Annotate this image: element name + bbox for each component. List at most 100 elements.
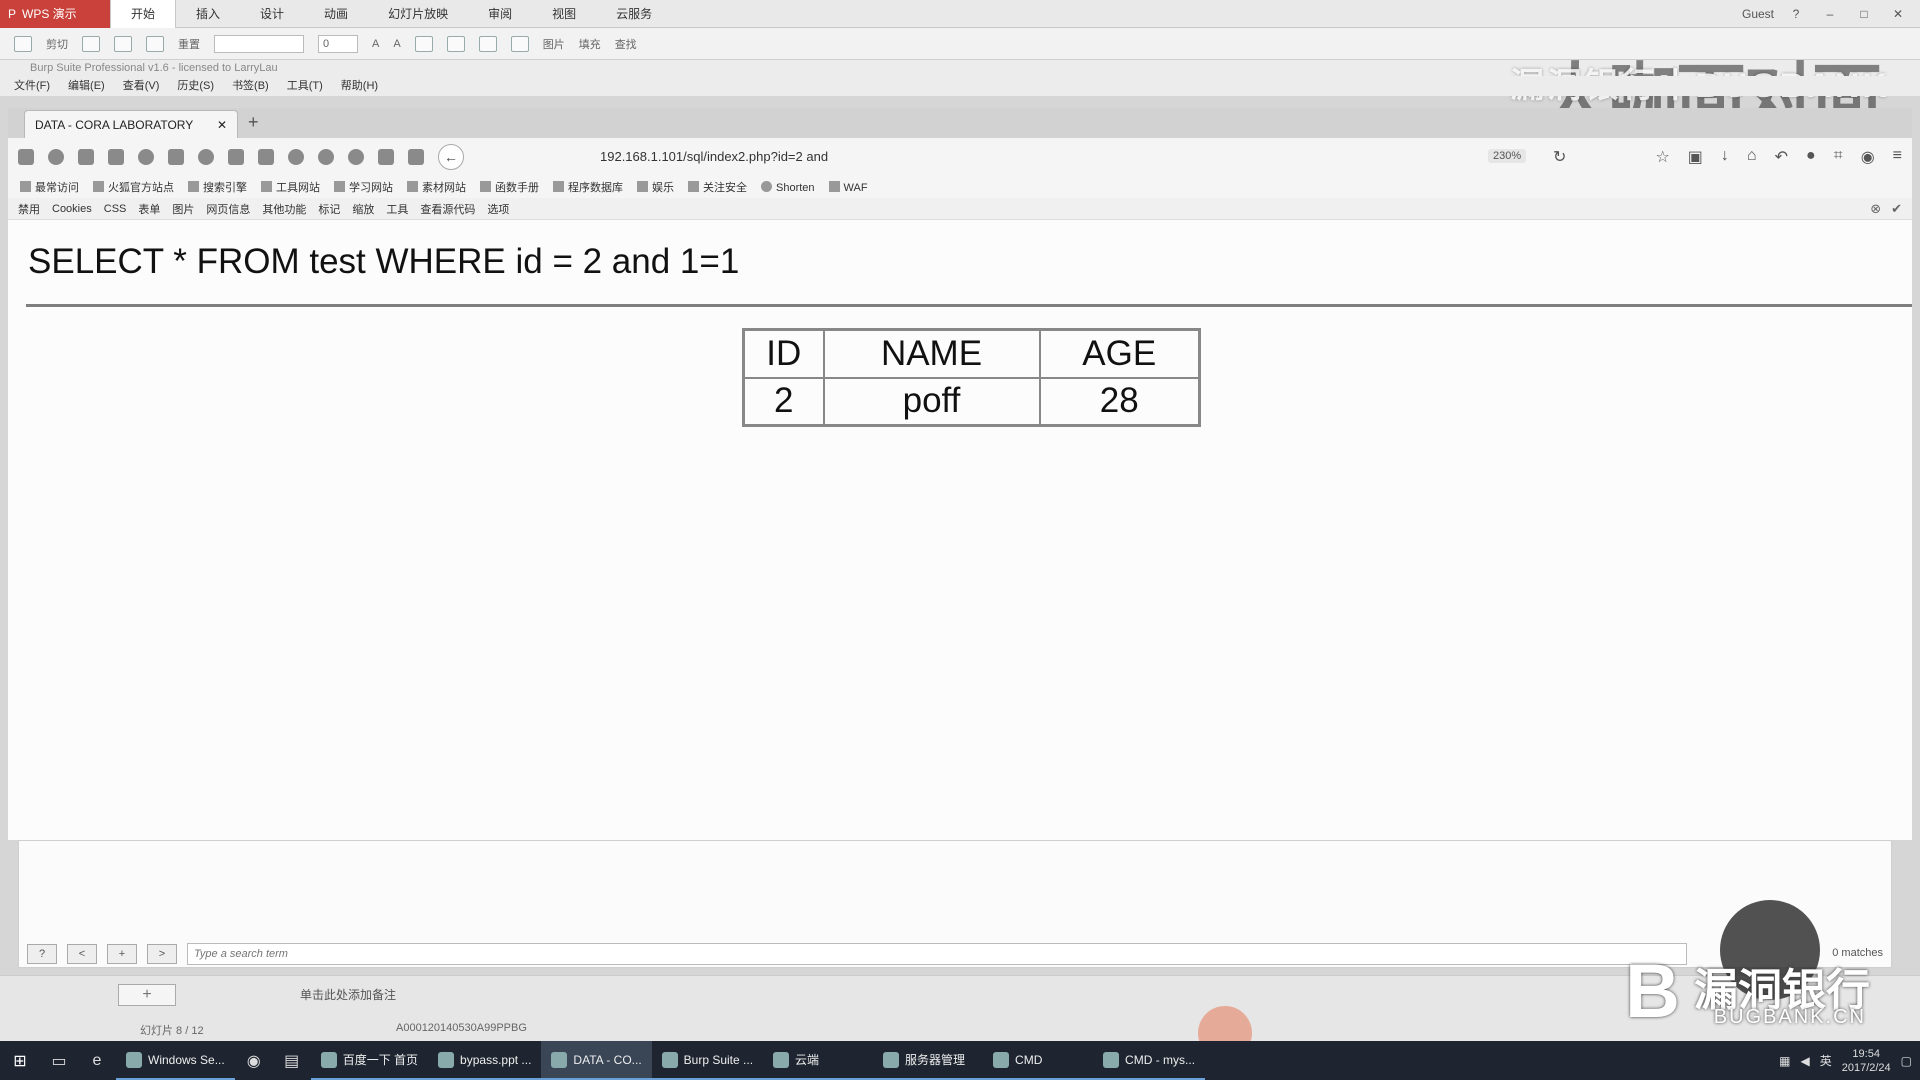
menu-view[interactable]: 查看(V)	[123, 76, 160, 96]
menu-edit[interactable]: 编辑(E)	[68, 76, 105, 96]
devbar-images[interactable]: 图片	[172, 201, 194, 217]
taskbar-item[interactable]: 云端	[763, 1041, 874, 1080]
globe-icon[interactable]	[318, 149, 334, 165]
font-name-field[interactable]	[214, 34, 304, 53]
taskbar-item[interactable]: bypass.ppt ...	[428, 1041, 542, 1080]
history-icon[interactable]	[168, 149, 184, 165]
bookmark-item[interactable]: 搜索引擎	[188, 179, 247, 195]
menu-bookmarks[interactable]: 书签(B)	[232, 76, 269, 96]
devbar-tools[interactable]: 工具	[386, 201, 408, 217]
windows-start-icon[interactable]: ⊞	[0, 1041, 40, 1080]
taskbar-item[interactable]: Burp Suite ...	[651, 1041, 764, 1080]
new-slide-icon[interactable]	[114, 35, 132, 52]
bookmark-item[interactable]: 最常访问	[20, 179, 79, 195]
check-icon[interactable]: ✔	[1891, 201, 1902, 217]
previous-button[interactable]: <	[67, 944, 97, 964]
taskbar-item[interactable]: CMD - mys...	[1093, 1041, 1206, 1080]
privacy-icon[interactable]	[48, 149, 64, 165]
zoom-level[interactable]: 230%	[1488, 149, 1527, 163]
browser-tab[interactable]: DATA - CORA LABORATORY ✕	[24, 110, 238, 138]
layout-icon[interactable]	[146, 35, 164, 52]
user-account[interactable]: Guest	[1742, 7, 1774, 21]
addon-icon[interactable]	[198, 149, 214, 165]
task-view-icon[interactable]: ▭	[40, 1051, 78, 1071]
bookmark-item[interactable]: 娱乐	[637, 179, 674, 195]
taskbar-item[interactable]: CMD	[983, 1041, 1094, 1080]
wps-tab-view[interactable]: 视图	[532, 0, 596, 28]
menu-history[interactable]: 历史(S)	[177, 76, 214, 96]
font-grow-icon[interactable]: A	[372, 38, 379, 50]
devbar-disable[interactable]: 禁用	[18, 201, 40, 217]
bookmark-item[interactable]: 函数手册	[480, 179, 539, 195]
bookmark-item[interactable]: 学习网站	[334, 179, 393, 195]
cookie-icon[interactable]	[288, 149, 304, 165]
bookmark-item[interactable]: 火狐官方站点	[93, 179, 174, 195]
wps-tab-review[interactable]: 审阅	[468, 0, 532, 28]
search-input[interactable]	[187, 943, 1687, 965]
bookmark-item[interactable]: 程序数据库	[553, 179, 623, 195]
volume-icon[interactable]: ◀	[1800, 1054, 1809, 1068]
crop-icon[interactable]: ⌗	[1834, 147, 1843, 167]
error-icon[interactable]: ⊗	[1870, 201, 1881, 217]
star-icon[interactable]: ☆	[1655, 147, 1669, 167]
font-size-field[interactable]: 0	[318, 34, 358, 53]
fill-button[interactable]: 填充	[579, 36, 601, 52]
profile-icon[interactable]: ◉	[1861, 147, 1875, 167]
wps-tab-design[interactable]: 设计	[240, 0, 304, 28]
taskbar-item[interactable]: DATA - CO...	[541, 1041, 652, 1080]
ime-indicator[interactable]: 英	[1820, 1052, 1832, 1069]
minimize-icon[interactable]: –	[1818, 4, 1842, 24]
sync-icon[interactable]	[138, 149, 154, 165]
format-painter-icon[interactable]	[82, 35, 100, 52]
chrome-icon[interactable]: ◉	[235, 1051, 273, 1071]
devbar-outline[interactable]: 标记	[318, 201, 340, 217]
picture-button[interactable]: 图片	[543, 36, 565, 52]
wps-tab-animation[interactable]: 动画	[304, 0, 368, 28]
devbar-cookies[interactable]: Cookies	[52, 203, 92, 215]
help-icon[interactable]: ?	[1784, 4, 1808, 24]
menu-help[interactable]: 帮助(H)	[341, 76, 378, 96]
taskbar-item[interactable]: 服务器管理	[873, 1041, 984, 1080]
extension-icon[interactable]	[348, 149, 364, 165]
proxy-icon[interactable]	[228, 149, 244, 165]
find-button[interactable]: 查找	[615, 36, 637, 52]
menu-tools[interactable]: 工具(T)	[287, 76, 323, 96]
terminal-icon[interactable]	[378, 149, 394, 165]
list-icon[interactable]	[414, 35, 433, 52]
bookmark-item[interactable]: WAF	[828, 180, 868, 194]
reset-button[interactable]: 重置	[178, 36, 200, 52]
cut-button[interactable]: 剪切	[46, 36, 68, 52]
wps-tab-home[interactable]: 开始	[110, 0, 177, 28]
bookmark-item[interactable]: 关注安全	[688, 179, 747, 195]
bookmark-item[interactable]: 素材网站	[407, 179, 466, 195]
window-icon[interactable]	[18, 149, 34, 165]
sidebar-icon[interactable]	[108, 149, 124, 165]
shield-icon[interactable]	[258, 149, 274, 165]
ie-icon[interactable]: e	[78, 1052, 116, 1070]
back-button[interactable]: ←	[438, 144, 464, 170]
key-icon[interactable]	[408, 149, 424, 165]
home-icon[interactable]: ⌂	[1747, 147, 1757, 167]
devbar-resize[interactable]: 缩放	[352, 201, 374, 217]
url-bar[interactable]: 192.168.1.101/sql/index2.php?id=2 and	[588, 144, 1588, 170]
align-icon[interactable]	[478, 35, 497, 52]
devbar-view-source[interactable]: 查看源代码	[420, 201, 475, 217]
help-button[interactable]: ?	[27, 944, 57, 964]
explorer-icon[interactable]: ▤	[273, 1051, 311, 1071]
taskbar-item[interactable]: Windows Se...	[116, 1041, 235, 1080]
close-icon[interactable]: ✕	[1886, 4, 1910, 24]
devbar-forms[interactable]: 表单	[138, 201, 160, 217]
menu-file[interactable]: 文件(F)	[14, 76, 50, 96]
screenshot-icon[interactable]	[78, 149, 94, 165]
chat-icon[interactable]: ●	[1806, 147, 1816, 167]
tab-close-icon[interactable]: ✕	[217, 118, 227, 132]
paste-icon[interactable]	[14, 35, 32, 52]
font-shrink-icon[interactable]: A	[393, 38, 400, 50]
notes-placeholder[interactable]: 单击此处添加备注	[300, 986, 396, 1003]
wps-logo[interactable]: P WPS 演示	[0, 0, 110, 28]
bookmark-item[interactable]: Shorten	[761, 180, 815, 194]
menu-icon[interactable]: ≡	[1893, 147, 1902, 167]
add-button[interactable]: +	[107, 944, 137, 964]
clock[interactable]: 19:54 2017/2/24	[1842, 1047, 1891, 1075]
notification-icon[interactable]: ▢	[1901, 1054, 1912, 1068]
